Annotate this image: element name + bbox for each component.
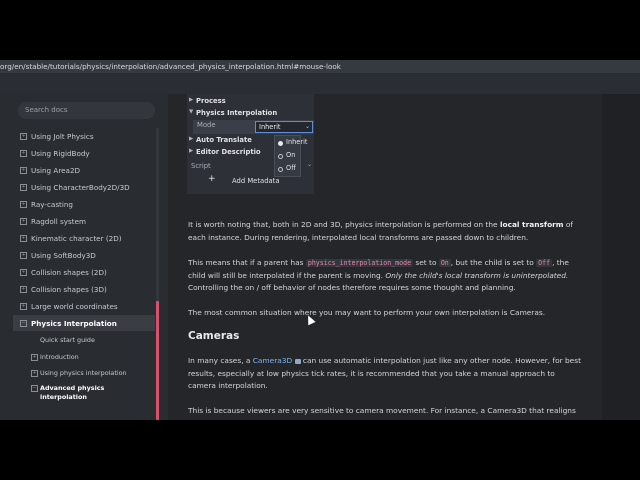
chevron-right-icon: ▶ [189,136,194,142]
expand-icon[interactable]: + [20,286,27,293]
expand-icon[interactable]: + [20,150,27,157]
address-bar[interactable]: org/en/stable/tutorials/physics/interpol… [0,60,640,73]
search-input[interactable]: Search docs [18,102,155,119]
sidebar-nav: + Using Jolt Physics + Using RigidBody + Usin… [13,126,155,420]
p3-text: The most common situation where you may … [188,308,546,317]
expand-icon[interactable]: + [20,218,27,225]
collapse-icon[interactable]: − [31,385,38,392]
inspector-physics-interpolation-label: Physics Interpolation [196,109,278,117]
expand-icon[interactable]: + [31,354,38,361]
sidebar-item-label: Using Area2D [31,166,81,175]
option-inherit[interactable]: Inherit [286,138,308,146]
inspector-mode-label: Mode [197,121,216,129]
paragraph-cameras-intro: The most common situation where you may … [188,307,583,320]
sidebar-item-label: Ray-casting [31,200,73,209]
radio-on[interactable] [278,154,283,159]
paragraph-parent-child: This means that if a parent has physics_… [188,257,583,295]
add-metadata-button[interactable]: + Add Metadata [206,174,294,188]
inspector-process-label: Process [196,97,226,105]
code-physics-interpolation-mode: physics_interpolation_mode [305,259,414,267]
p2-text-c: , but the child is set to [450,258,537,267]
sidebar-item-label: Quick start guide [40,336,95,344]
sidebar-item[interactable]: − Physics Interpolation [13,315,155,331]
plus-icon: + [208,174,216,184]
add-metadata-label: Add Metadata [232,177,280,185]
code-off: Off [536,259,553,267]
inspector-script-label: Script [191,162,211,170]
sidebar-item-label: Kinematic character (2D) [31,234,122,243]
inspector-auto-translate-label: Auto Translate [196,136,252,144]
option-off[interactable]: Off [286,164,296,172]
radio-off[interactable] [278,167,283,172]
inspector-editor-description-label: Editor Descriptio [196,148,261,156]
code-on: On [438,259,451,267]
expand-icon[interactable]: + [20,201,27,208]
sidebar-item-label: Large world coordinates [31,302,118,311]
heading-cameras: Cameras [188,330,240,342]
mode-select-value: Inherit [259,123,281,131]
browser-top-black [0,0,640,60]
chevron-right-icon: ▶ [189,97,194,103]
sidebar-item-label-line2: interpolation [40,393,87,401]
paragraph-camera3d: In many cases, a Camera3D can use automa… [188,355,583,393]
p2-italic: Only the child's local transform is unin… [385,270,569,280]
p2-text-a: This means that if a parent has [188,258,306,267]
sidebar-item-label: Advanced physics [40,384,105,392]
sidebar-item-label: Physics Interpolation [31,319,117,328]
p5-text: This is because viewers are very sensiti… [188,406,576,415]
p4-text-a: In many cases, a [188,356,253,365]
sidebar-item-label: Collision shapes (3D) [31,285,107,294]
p1-text-a: It is worth noting that, both in 2D and … [188,220,500,229]
right-margin [602,94,640,420]
expand-icon[interactable]: + [20,235,27,242]
expand-icon[interactable]: + [20,133,27,140]
chevron-down-icon: ▼ [189,109,194,115]
paragraph-local-transform: It is worth noting that, both in 2D and … [188,219,583,244]
chevron-right-icon: ▶ [189,148,194,154]
sidebar-item-label: Using CharacterBody2D/3D [31,183,130,192]
mode-select[interactable]: Inherit ⌄ [255,121,313,133]
main-content: ▶ Process ▼ Physics Interpolation Mode I… [168,94,602,420]
sidebar-item-label: Using RigidBody [31,149,90,158]
expand-icon[interactable]: + [20,184,27,191]
option-on[interactable]: On [286,151,295,159]
inspector-screenshot: ▶ Process ▼ Physics Interpolation Mode I… [187,94,314,194]
docs-page: Search docs + Using Jolt Physics + Using Ri… [0,94,640,420]
sidebar-item-label: Using SoftBody3D [31,251,96,260]
expand-icon[interactable]: + [20,269,27,276]
radio-inherit[interactable] [278,141,283,146]
p2-text-b: set to [413,258,439,267]
bottom-black [0,420,640,480]
sidebar-item-label: Using Jolt Physics [31,132,94,141]
p2-text-f: Controlling the on / off behavior of nod… [188,283,516,293]
browser-toolbar [0,73,640,94]
p1-bold: local transform [499,220,564,229]
chevron-down-icon: ⌄ [304,123,310,130]
sidebar-scrollbar-thumb[interactable] [156,301,159,420]
sidebar-item-label: Collision shapes (2D) [31,268,107,277]
chevron-down-icon: ⌄ [307,161,313,168]
collapse-icon[interactable]: − [20,320,27,327]
expand-icon[interactable]: + [20,252,27,259]
mode-options-popup: Inherit On Off [274,135,308,177]
expand-icon[interactable]: + [20,303,27,310]
camera3d-link[interactable]: Camera3D [253,356,292,365]
paragraph-camera-sensitivity: This is because viewers are very sensiti… [188,405,583,418]
expand-icon[interactable]: + [31,370,38,377]
sidebar-item-label: Introduction [40,353,79,361]
sidebar-item-label: Ragdoll system [31,217,87,226]
sidebar-item-label: Using physics interpolation [40,369,127,377]
address-url[interactable]: org/en/stable/tutorials/physics/interpol… [0,62,341,71]
sidebar: Search docs + Using Jolt Physics + Using Ri… [0,94,168,420]
expand-icon[interactable]: + [20,167,27,174]
